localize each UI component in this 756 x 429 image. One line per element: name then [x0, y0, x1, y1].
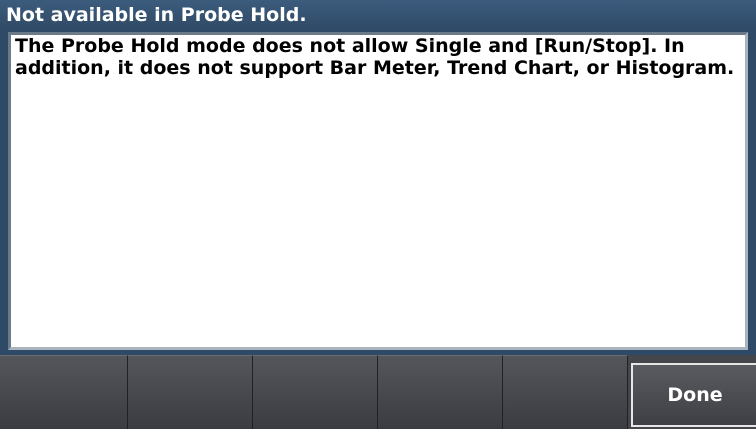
- softkey-4[interactable]: [378, 355, 503, 429]
- message-panel: The Probe Hold mode does not allow Singl…: [8, 32, 748, 350]
- done-key-wrap: Done: [628, 355, 756, 429]
- softkey-2[interactable]: [128, 355, 253, 429]
- softkey-bar: Done: [0, 355, 756, 429]
- dialog-title: Not available in Probe Hold.: [0, 0, 756, 30]
- instrument-screen: Not available in Probe Hold. The Probe H…: [0, 0, 756, 429]
- softkey-5[interactable]: [503, 355, 628, 429]
- done-button[interactable]: Done: [631, 363, 756, 427]
- softkey-3[interactable]: [253, 355, 378, 429]
- message-text: The Probe Hold mode does not allow Singl…: [15, 35, 735, 79]
- softkey-1[interactable]: [0, 355, 128, 429]
